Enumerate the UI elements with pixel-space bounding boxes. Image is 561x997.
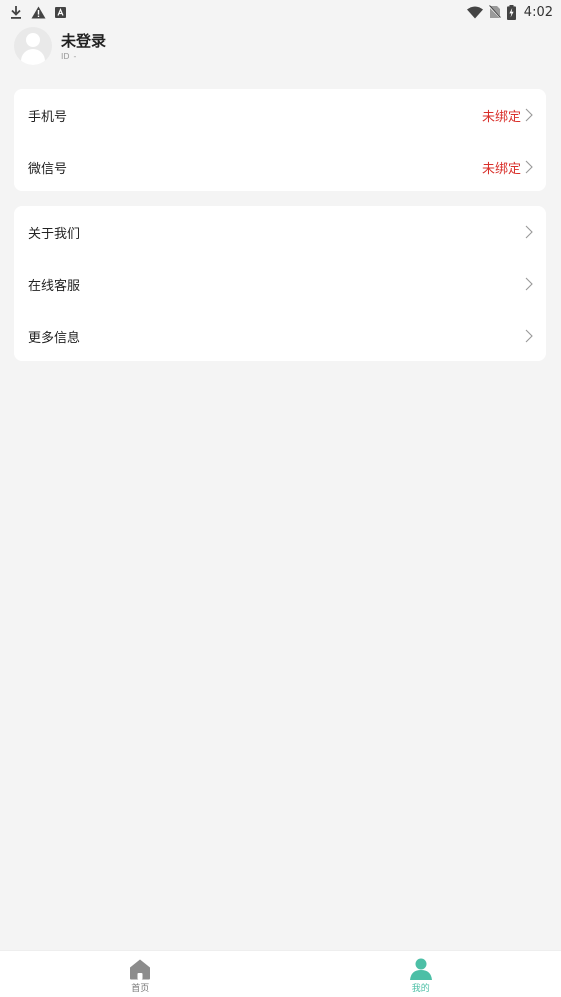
chevron-right-icon [525, 108, 533, 122]
wechat-label: 微信号 [28, 161, 68, 177]
warning-icon [31, 6, 46, 18]
profile-text: 未登录 ID - [61, 31, 106, 62]
account-binding-card: 手机号 未绑定 微信号 未绑定 [14, 89, 546, 191]
customer-service-label: 在线客服 [28, 278, 81, 294]
status-left [10, 5, 66, 19]
bottom-nav: 首页 我的 [0, 950, 561, 997]
nav-mine-label: 我的 [411, 984, 430, 994]
nav-home-label: 首页 [131, 984, 150, 994]
nav-mine[interactable]: 我的 [281, 951, 561, 997]
a-box-icon [55, 6, 66, 18]
about-us-row[interactable]: 关于我们 [14, 206, 546, 258]
phone-label: 手机号 [28, 109, 68, 125]
more-info-label: 更多信息 [28, 330, 81, 346]
chevron-right-icon [525, 225, 533, 239]
profile-id-value: - [73, 51, 77, 61]
status-time: 4:02 [523, 4, 553, 20]
about-us-label: 关于我们 [28, 226, 81, 242]
profile-id: ID - [61, 52, 106, 62]
person-icon [409, 958, 432, 980]
profile-name: 未登录 [61, 31, 107, 50]
status-bar: 4:02 [0, 0, 561, 24]
chevron-right-icon [525, 329, 533, 343]
profile-id-label: ID [61, 51, 70, 61]
avatar-body-shape [21, 49, 45, 65]
wechat-status: 未绑定 [481, 161, 521, 177]
wechat-row[interactable]: 微信号 未绑定 [14, 141, 546, 193]
customer-service-row[interactable]: 在线客服 [14, 258, 546, 310]
phone-status: 未绑定 [481, 109, 521, 125]
home-icon [130, 959, 151, 980]
avatar[interactable] [14, 27, 52, 65]
screen: 4:02 未登录 ID - 手机号 未绑定 微信号 未绑定 关于我们 在线客服 … [0, 0, 561, 997]
download-icon [11, 6, 21, 19]
chevron-right-icon [525, 277, 533, 291]
no-sim-icon [488, 5, 501, 19]
phone-row-right: 未绑定 [482, 106, 533, 125]
chevron-right-icon [525, 160, 533, 174]
info-card: 关于我们 在线客服 更多信息 [14, 206, 546, 361]
wechat-row-right: 未绑定 [482, 158, 533, 177]
wifi-icon [466, 6, 483, 18]
status-right: 4:02 [466, 4, 553, 20]
avatar-head-shape [26, 33, 40, 47]
phone-row[interactable]: 手机号 未绑定 [14, 89, 546, 141]
profile-header[interactable]: 未登录 ID - [14, 27, 106, 65]
nav-home[interactable]: 首页 [0, 951, 281, 997]
battery-charging-icon [506, 4, 516, 20]
more-info-row[interactable]: 更多信息 [14, 310, 546, 362]
